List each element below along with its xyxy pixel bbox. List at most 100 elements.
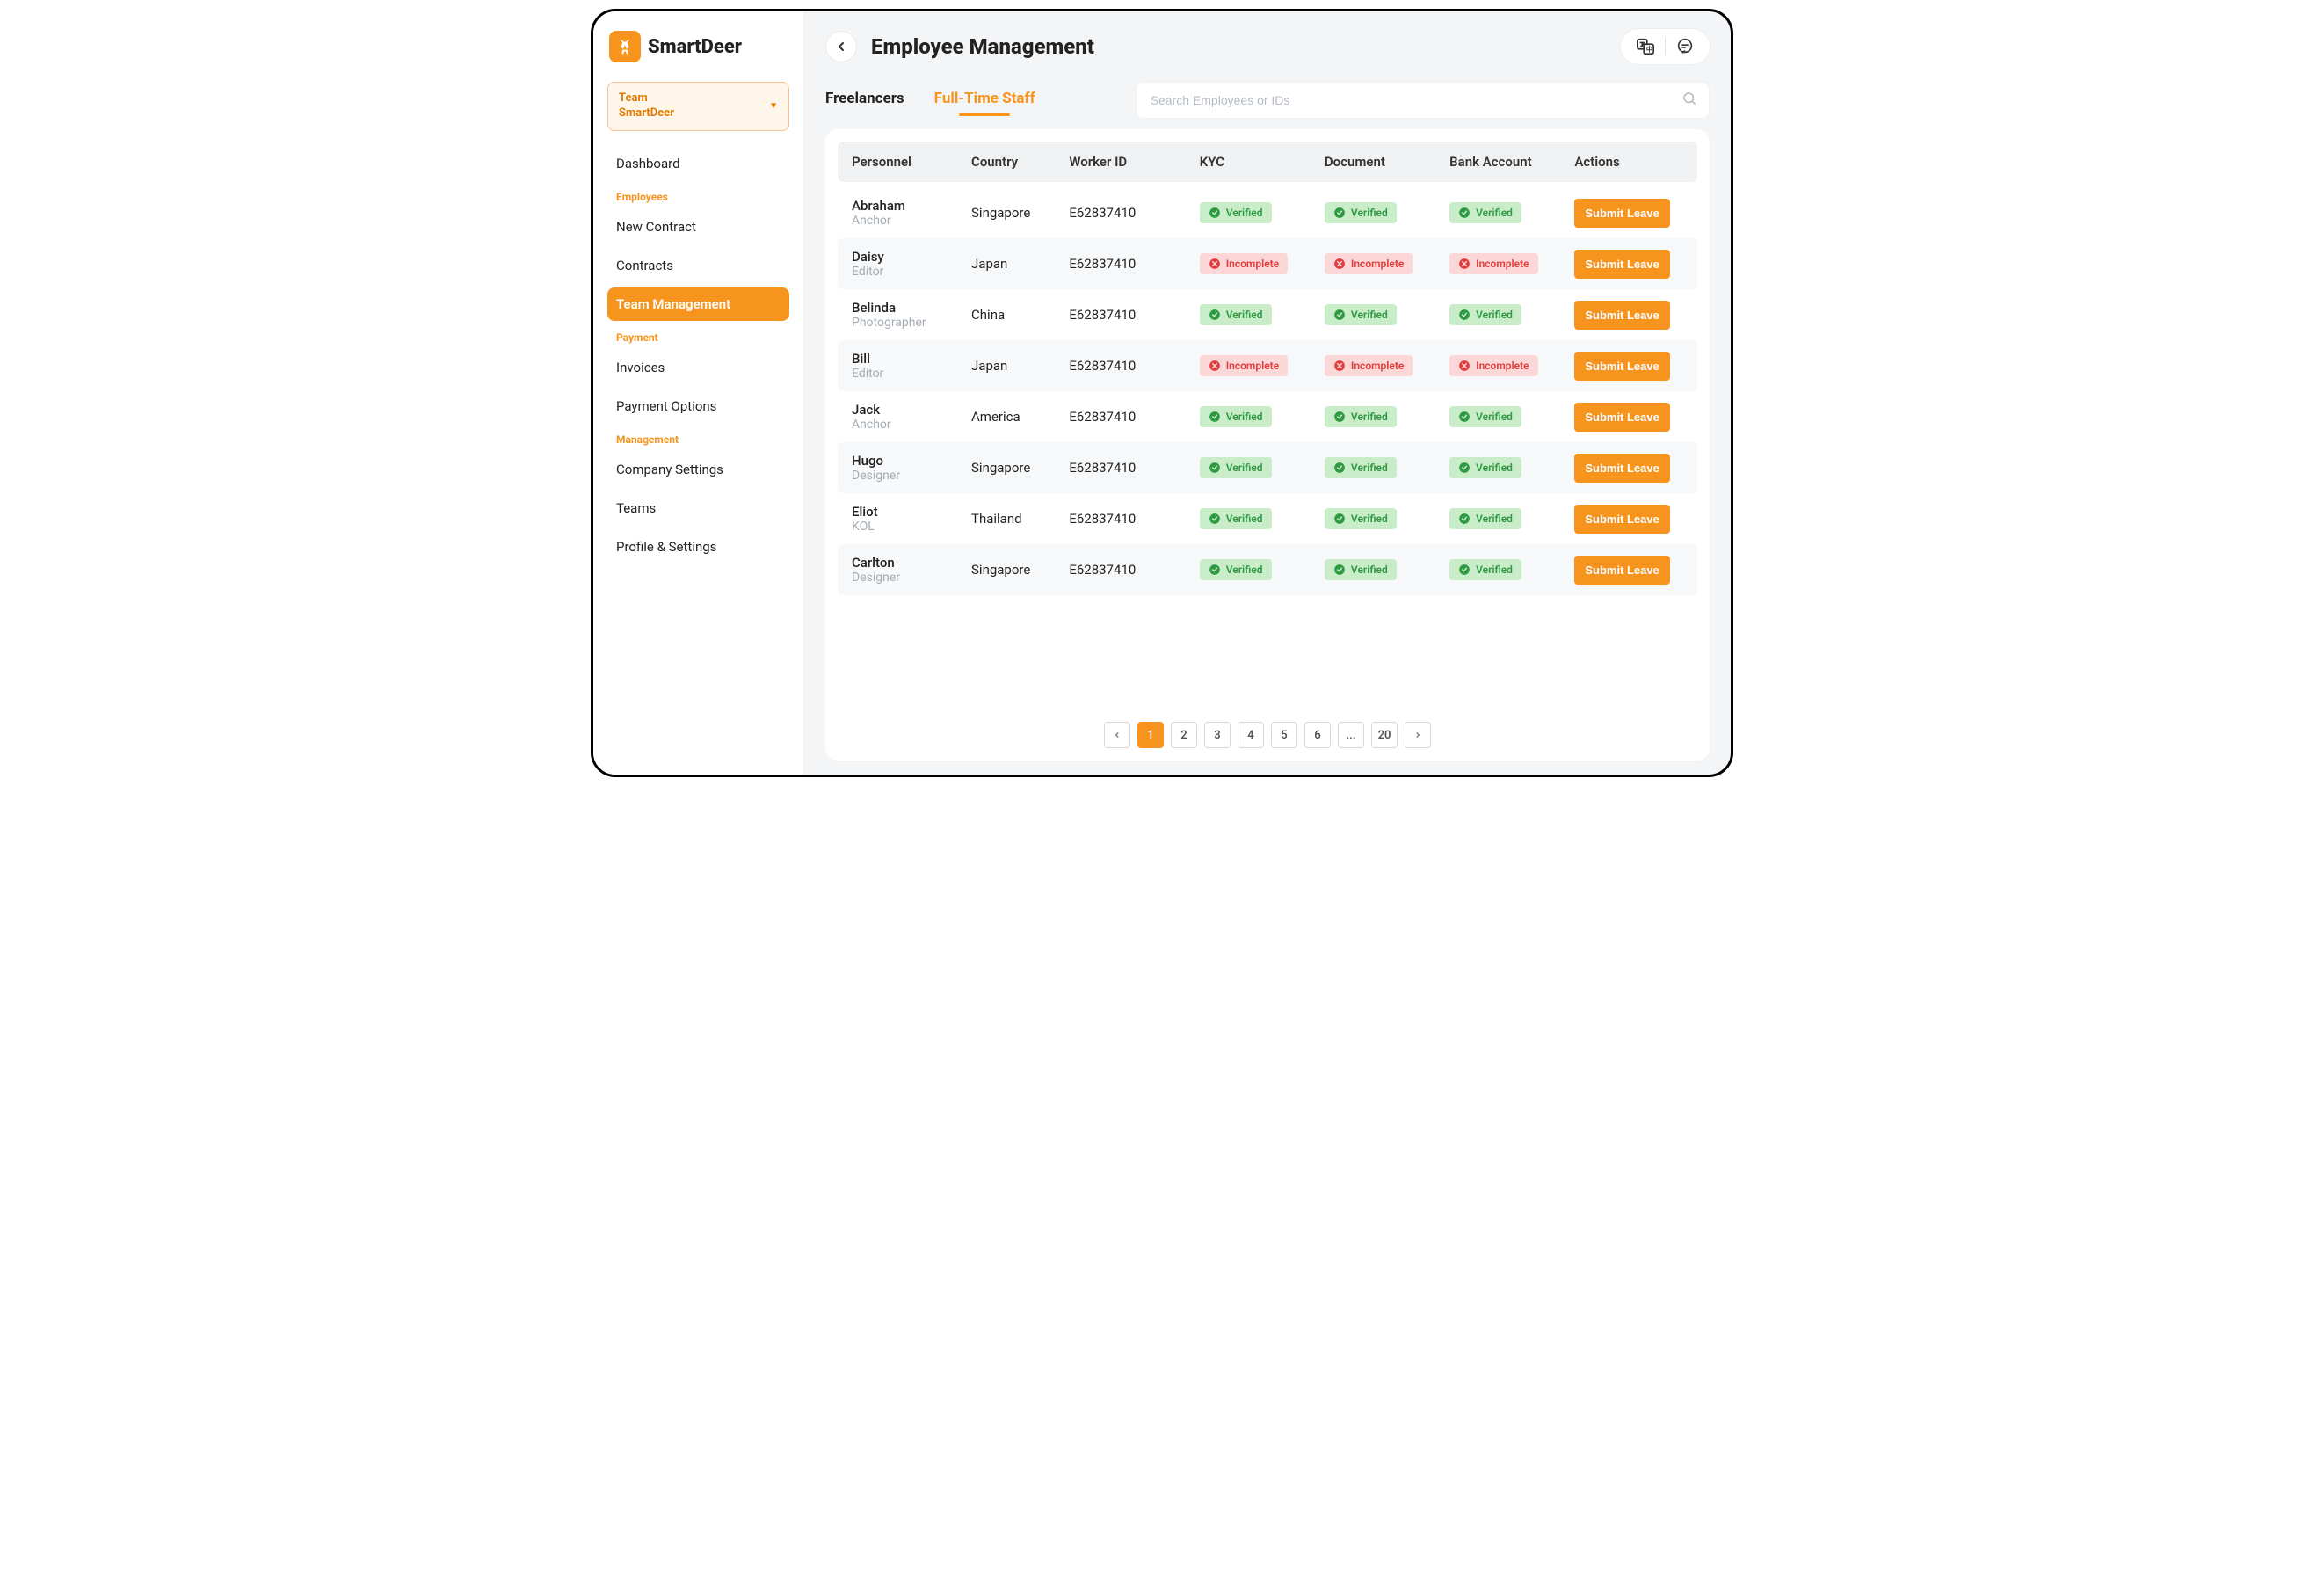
incomplete-badge: Incomplete [1325,355,1413,376]
badge-label: Verified [1351,207,1388,219]
incomplete-badge: Incomplete [1449,253,1537,274]
document-cell: Verified [1325,202,1449,223]
sidebar-item-payment-options[interactable]: Payment Options [607,389,789,423]
actions-cell: Submit Leave [1574,556,1683,585]
back-button[interactable] [825,31,857,62]
badge-label: Verified [1226,411,1263,423]
submit-leave-button[interactable]: Submit Leave [1574,250,1670,279]
sidebar-item-invoices[interactable]: Invoices [607,351,789,384]
actions-cell: Submit Leave [1574,505,1683,534]
search-input[interactable] [1136,82,1710,119]
tab-full-time-staff[interactable]: Full-Time Staff [934,84,1035,116]
incomplete-badge: Incomplete [1200,253,1288,274]
verified-badge: Verified [1325,304,1397,325]
submit-leave-button[interactable]: Submit Leave [1574,352,1670,381]
x-circle-icon [1458,360,1471,372]
personnel-name: Bill [852,351,971,367]
actions-cell: Submit Leave [1574,301,1683,330]
sidebar-item-company-settings[interactable]: Company Settings [607,453,789,486]
personnel-role: Anchor [852,418,971,432]
worker-id-cell: E62837410 [1069,256,1199,272]
actions-cell: Submit Leave [1574,352,1683,381]
personnel-cell: BelindaPhotographer [852,300,971,330]
submit-leave-button[interactable]: Submit Leave [1574,556,1670,585]
badge-label: Verified [1476,513,1513,525]
check-circle-icon [1209,513,1221,525]
country-cell: China [971,307,1069,323]
pagination-page-1[interactable]: 1 [1137,722,1164,748]
document-cell: Verified [1325,508,1449,529]
sidebar-item-teams[interactable]: Teams [607,491,789,525]
kyc-cell: Verified [1200,304,1325,325]
x-circle-icon [1458,258,1471,270]
check-circle-icon [1209,411,1221,423]
pagination-page-4[interactable]: 4 [1238,722,1264,748]
sidebar-item-dashboard[interactable]: Dashboard [607,147,789,180]
personnel-name: Jack [852,402,971,418]
country-cell: Thailand [971,511,1069,527]
badge-label: Verified [1351,462,1388,474]
pagination-page-5[interactable]: 5 [1271,722,1297,748]
kyc-cell: Incomplete [1200,355,1325,376]
bank-cell: Incomplete [1449,355,1574,376]
badge-label: Incomplete [1351,258,1404,270]
personnel-cell: CarltonDesigner [852,555,971,585]
table-row: BelindaPhotographerChinaE62837410Verifie… [838,289,1697,340]
badge-label: Verified [1476,411,1513,423]
personnel-cell: AbrahamAnchor [852,198,971,228]
sidebar-item-new-contract[interactable]: New Contract [607,210,789,244]
check-circle-icon [1458,564,1471,576]
bank-cell: Verified [1449,457,1574,478]
table-row: EliotKOLThailandE62837410VerifiedVerifie… [838,493,1697,544]
pagination-page-3[interactable]: 3 [1204,722,1231,748]
translate-icon[interactable]: 中 [1635,36,1656,57]
submit-leave-button[interactable]: Submit Leave [1574,505,1670,534]
verified-badge: Verified [1449,304,1521,325]
table-row: CarltonDesignerSingaporeE62837410Verifie… [838,544,1697,595]
nav-section-label: Management [607,428,789,448]
sidebar-item-profile-settings[interactable]: Profile & Settings [607,530,789,564]
pagination-page-2[interactable]: 2 [1171,722,1197,748]
main-content: Employee Management 中 Freelancers Full-T… [804,11,1731,775]
personnel-cell: BillEditor [852,351,971,381]
pagination-next[interactable] [1405,722,1431,748]
x-circle-icon [1209,258,1221,270]
submit-leave-button[interactable]: Submit Leave [1574,301,1670,330]
table-header: PersonnelCountryWorker IDKYCDocumentBank… [838,142,1697,182]
chat-icon[interactable] [1674,36,1696,57]
kyc-cell: Verified [1200,559,1325,580]
pagination-page-6[interactable]: 6 [1304,722,1331,748]
check-circle-icon [1458,309,1471,321]
check-circle-icon [1333,513,1346,525]
verified-badge: Verified [1200,406,1272,427]
country-cell: Singapore [971,205,1069,221]
app-frame: SmartDeer Team SmartDeer ▼ Dashboard Empl… [591,9,1733,777]
badge-label: Verified [1226,207,1263,219]
personnel-name: Hugo [852,453,971,469]
badge-label: Verified [1351,411,1388,423]
team-selector[interactable]: Team SmartDeer ▼ [607,82,789,131]
submit-leave-button[interactable]: Submit Leave [1574,403,1670,432]
sidebar-item-contracts[interactable]: Contracts [607,249,789,282]
personnel-cell: HugoDesigner [852,453,971,483]
bank-cell: Verified [1449,508,1574,529]
verified-badge: Verified [1449,202,1521,223]
submit-leave-button[interactable]: Submit Leave [1574,199,1670,228]
personnel-role: Editor [852,367,971,381]
document-cell: Verified [1325,457,1449,478]
sidebar: SmartDeer Team SmartDeer ▼ Dashboard Empl… [593,11,804,775]
table-row: HugoDesignerSingaporeE62837410VerifiedVe… [838,442,1697,493]
pagination-prev[interactable] [1104,722,1130,748]
nav-section-label: Employees [607,186,789,205]
bank-cell: Incomplete [1449,253,1574,274]
tab-freelancers[interactable]: Freelancers [825,84,904,116]
x-circle-icon [1209,360,1221,372]
submit-leave-button[interactable]: Submit Leave [1574,454,1670,483]
search-wrap [1136,82,1710,119]
page-title: Employee Management [871,34,1094,59]
badge-label: Incomplete [1476,258,1529,270]
sidebar-item-team-management[interactable]: Team Management [607,287,789,321]
personnel-role: Designer [852,571,971,585]
brand-name: SmartDeer [648,36,742,58]
pagination-page-20[interactable]: 20 [1371,722,1398,748]
